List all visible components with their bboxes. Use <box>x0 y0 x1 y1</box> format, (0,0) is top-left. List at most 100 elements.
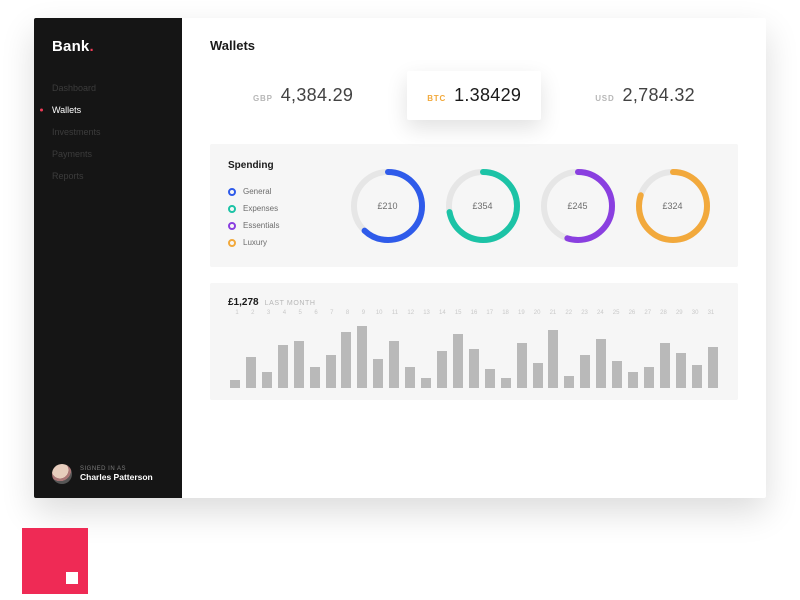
bar[interactable] <box>389 341 399 388</box>
bar[interactable] <box>660 343 670 388</box>
page-title: Wallets <box>210 38 738 53</box>
axis-tick: 8 <box>341 310 355 316</box>
axis-tick: 22 <box>562 310 576 316</box>
sidebar-item-reports[interactable]: Reports <box>52 165 166 187</box>
legend-color-icon <box>228 222 236 230</box>
legend-color-icon <box>228 205 236 213</box>
axis-tick: 30 <box>688 310 702 316</box>
axis-tick: 21 <box>546 310 560 316</box>
balance-code: USD <box>595 94 614 103</box>
bar[interactable] <box>708 347 718 388</box>
axis-tick: 13 <box>420 310 434 316</box>
balance-amount: 4,384.29 <box>281 85 353 106</box>
bar[interactable] <box>326 355 336 388</box>
balance-gbp[interactable]: GBP 4,384.29 <box>233 71 373 120</box>
legend-item[interactable]: Luxury <box>228 234 320 251</box>
app-panel: Bank. Dashboard Wallets Investments Paym… <box>34 18 766 498</box>
bar[interactable] <box>612 361 622 388</box>
sidebar-item-payments[interactable]: Payments <box>52 143 166 165</box>
bar[interactable] <box>564 376 574 388</box>
signed-in-name: Charles Patterson <box>80 473 153 483</box>
ring-value: £354 <box>444 167 522 245</box>
bar[interactable] <box>437 351 447 388</box>
bar[interactable] <box>548 330 558 388</box>
spending-ring[interactable]: £324 <box>634 167 712 245</box>
balance-btc[interactable]: BTC 1.38429 <box>407 71 541 120</box>
axis-tick: 15 <box>451 310 465 316</box>
axis-tick: 6 <box>309 310 323 316</box>
sidebar-item-wallets[interactable]: Wallets <box>52 99 166 121</box>
axis-tick: 17 <box>483 310 497 316</box>
bar[interactable] <box>517 343 527 388</box>
spending-ring[interactable]: £245 <box>539 167 617 245</box>
balance-amount: 2,784.32 <box>623 85 695 106</box>
brand-dot: . <box>89 38 93 55</box>
bar[interactable] <box>501 378 511 388</box>
legend-item[interactable]: Essentials <box>228 217 320 234</box>
axis-tick: 31 <box>704 310 718 316</box>
last-month-amount: £1,278 <box>228 297 259 308</box>
bar[interactable] <box>533 363 543 388</box>
balance-usd[interactable]: USD 2,784.32 <box>575 71 715 120</box>
legend-color-icon <box>228 188 236 196</box>
spending-rings: £210 £354 £245 £324 <box>340 160 720 251</box>
sidebar-item-investments[interactable]: Investments <box>52 121 166 143</box>
legend-item[interactable]: Expenses <box>228 200 320 217</box>
bar[interactable] <box>692 365 702 388</box>
bar[interactable] <box>357 326 367 388</box>
spending-title: Spending <box>228 160 320 171</box>
axis-tick: 2 <box>246 310 260 316</box>
bar[interactable] <box>580 355 590 388</box>
bar[interactable] <box>628 372 638 388</box>
bar[interactable] <box>230 380 240 388</box>
bar[interactable] <box>469 349 479 388</box>
axis-tick: 25 <box>609 310 623 316</box>
sidebar-item-dashboard[interactable]: Dashboard <box>52 77 166 99</box>
axis-tick: 5 <box>293 310 307 316</box>
bar[interactable] <box>373 359 383 388</box>
axis-tick: 24 <box>593 310 607 316</box>
bar[interactable] <box>676 353 686 388</box>
last-month-caption: LAST MONTH <box>265 300 316 307</box>
legend-label: Expenses <box>243 204 278 213</box>
bar[interactable] <box>310 367 320 388</box>
spending-ring[interactable]: £354 <box>444 167 522 245</box>
signed-in-user[interactable]: SIGNED IN AS Charles Patterson <box>52 464 166 484</box>
bar[interactable] <box>246 357 256 388</box>
balance-amount: 1.38429 <box>454 85 521 106</box>
bar[interactable] <box>485 369 495 388</box>
axis-tick: 26 <box>625 310 639 316</box>
axis-tick: 29 <box>672 310 686 316</box>
axis-tick: 7 <box>325 310 339 316</box>
bar[interactable] <box>453 334 463 388</box>
bar[interactable] <box>405 367 415 388</box>
bar[interactable] <box>294 341 304 388</box>
legend-color-icon <box>228 239 236 247</box>
axis-tick: 23 <box>578 310 592 316</box>
bar[interactable] <box>596 339 606 388</box>
balance-code: BTC <box>427 94 446 103</box>
bar-chart <box>228 320 720 388</box>
spending-card: Spending General Expenses Essentials Luxury… <box>210 144 738 267</box>
axis-tick: 19 <box>514 310 528 316</box>
axis-tick: 9 <box>356 310 370 316</box>
bar[interactable] <box>644 367 654 388</box>
avatar <box>52 464 72 484</box>
bar[interactable] <box>262 372 272 388</box>
axis-tick: 4 <box>277 310 291 316</box>
bar[interactable] <box>341 332 351 388</box>
bar[interactable] <box>421 378 431 388</box>
ring-value: £245 <box>539 167 617 245</box>
legend-label: General <box>243 187 271 196</box>
axis-tick: 28 <box>657 310 671 316</box>
balances-row: GBP 4,384.29 BTC 1.38429 USD 2,784.32 <box>210 71 738 120</box>
brand-square-icon <box>22 528 88 594</box>
spending-ring[interactable]: £210 <box>349 167 427 245</box>
legend-item[interactable]: General <box>228 183 320 200</box>
axis-tick: 12 <box>404 310 418 316</box>
axis-tick: 11 <box>388 310 402 316</box>
bar[interactable] <box>278 345 288 388</box>
legend-label: Essentials <box>243 221 279 230</box>
axis-tick: 16 <box>467 310 481 316</box>
main: Wallets GBP 4,384.29 BTC 1.38429 USD 2,7… <box>182 18 766 498</box>
